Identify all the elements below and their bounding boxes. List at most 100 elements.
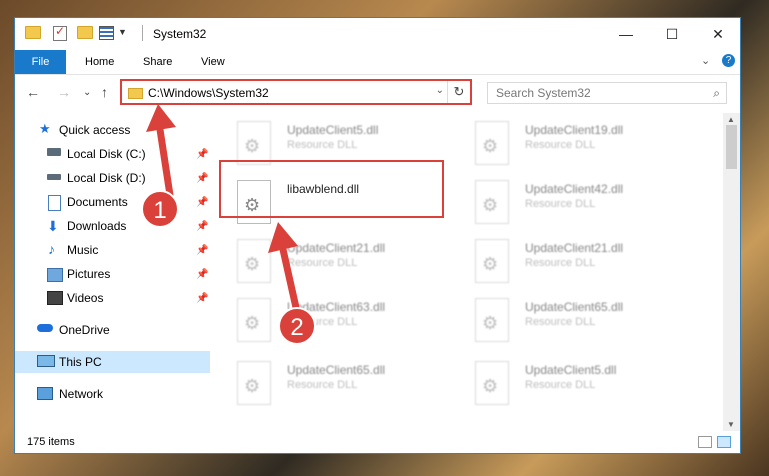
tab-file[interactable]: File — [15, 50, 66, 74]
list-item[interactable]: UpdateClient19.dll Resource DLL — [475, 121, 675, 173]
qa-separator — [142, 25, 143, 41]
address-bar[interactable]: C:\Windows\System32 ⌄ ↻ — [120, 79, 472, 105]
file-type: Resource DLL — [525, 139, 596, 151]
customize-view-icon[interactable] — [99, 26, 114, 40]
pin-icon[interactable]: 📌 — [196, 149, 208, 160]
address-path[interactable]: C:\Windows\System32 — [148, 86, 269, 100]
new-folder-icon[interactable] — [77, 26, 93, 39]
title-bar: ▼ System32 — ☐ ✕ — [15, 18, 740, 50]
sidebar-item-label: Local Disk (D:) — [67, 171, 146, 185]
sidebar-item-label: Music — [67, 243, 99, 257]
list-item[interactable]: UpdateClient21.dll Resource DLL — [237, 239, 437, 291]
sidebar-item-onedrive[interactable]: OneDrive — [15, 319, 210, 341]
recent-locations-button[interactable]: ⌄ — [83, 87, 91, 98]
navigation-pane: ★ Quick access Local Disk (C:) 📌 Local D… — [15, 113, 210, 433]
dll-file-icon — [475, 180, 509, 224]
pin-icon[interactable]: 📌 — [196, 269, 208, 280]
dll-file-icon — [237, 121, 271, 165]
videos-icon — [47, 291, 63, 305]
sidebar-item-label: Downloads — [67, 219, 127, 233]
file-type: Resource DLL — [525, 316, 596, 328]
forward-button[interactable]: → — [57, 84, 71, 100]
file-name: UpdateClient21.dll — [287, 241, 386, 255]
folder-icon — [128, 88, 143, 99]
sidebar-item-network[interactable]: Network — [15, 383, 210, 405]
status-bar: 175 items — [15, 433, 740, 453]
list-item[interactable]: UpdateClient65.dll Resource DLL — [475, 298, 675, 350]
dll-file-icon — [475, 298, 509, 342]
sidebar-item-quick-access[interactable]: ★ Quick access — [15, 119, 210, 141]
item-count: 175 items — [27, 436, 75, 448]
refresh-button[interactable]: ↻ — [447, 81, 470, 103]
sidebar-item-local-disk-d[interactable]: Local Disk (D:) 📌 — [15, 167, 210, 189]
sidebar-item-label: Documents — [67, 195, 128, 209]
list-item[interactable]: UpdateClient63.dll Resource DLL — [237, 298, 437, 350]
tab-home[interactable]: Home — [85, 56, 114, 68]
sidebar-item-videos[interactable]: Videos 📌 — [15, 287, 210, 309]
drive-icon — [47, 148, 61, 156]
file-name: UpdateClient65.dll — [525, 300, 624, 314]
list-item[interactable]: UpdateClient21.dll Resource DLL — [475, 239, 675, 291]
search-placeholder: Search System32 — [496, 86, 591, 100]
close-button[interactable]: ✕ — [695, 18, 740, 50]
file-name: UpdateClient5.dll — [287, 123, 379, 137]
file-type: Resource DLL — [287, 257, 358, 269]
sidebar-item-music[interactable]: ♪ Music 📌 — [15, 239, 210, 261]
details-view-icon[interactable] — [698, 436, 712, 448]
search-icon[interactable]: ⌕ — [713, 86, 720, 101]
maximize-button[interactable]: ☐ — [649, 18, 695, 50]
cloud-icon — [37, 324, 53, 332]
dll-file-icon — [475, 121, 509, 165]
vertical-scrollbar[interactable]: ▲ ▼ — [723, 113, 740, 431]
file-name: UpdateClient5.dll — [525, 363, 617, 377]
sidebar-item-pictures[interactable]: Pictures 📌 — [15, 263, 210, 285]
sidebar-item-local-disk-c[interactable]: Local Disk (C:) 📌 — [15, 143, 210, 165]
pin-icon[interactable]: 📌 — [196, 173, 208, 184]
list-item[interactable]: UpdateClient65.dll Resource DLL — [237, 361, 437, 413]
computer-icon — [37, 355, 55, 367]
dll-file-icon — [237, 361, 271, 405]
minimize-button[interactable]: — — [603, 18, 649, 50]
help-icon[interactable]: ? — [722, 54, 735, 67]
up-button[interactable]: ↑ — [101, 84, 108, 100]
pin-icon[interactable]: 📌 — [196, 293, 208, 304]
sidebar-item-documents[interactable]: Documents 📌 — [15, 191, 210, 213]
scroll-up-icon[interactable]: ▲ — [727, 115, 735, 124]
collapse-ribbon-icon[interactable]: ⌄ — [701, 54, 710, 67]
search-input[interactable]: Search System32 ⌕ — [487, 82, 727, 104]
properties-check-icon[interactable] — [53, 24, 67, 41]
pin-icon[interactable]: 📌 — [196, 197, 208, 208]
tab-view[interactable]: View — [201, 56, 225, 68]
folder-icon — [25, 26, 41, 39]
scrollbar-thumb[interactable] — [726, 125, 737, 169]
sidebar-item-label: Pictures — [67, 267, 111, 281]
address-dropdown-icon[interactable]: ⌄ — [436, 85, 444, 96]
sidebar-item-downloads[interactable]: ⬇ Downloads 📌 — [15, 215, 210, 237]
file-name: UpdateClient21.dll — [525, 241, 624, 255]
network-icon — [37, 387, 53, 400]
sidebar-item-label: OneDrive — [59, 323, 110, 337]
dll-file-icon — [237, 239, 271, 283]
list-item[interactable]: UpdateClient5.dll Resource DLL — [475, 361, 675, 413]
back-button[interactable]: ← — [26, 84, 40, 100]
window-title: System32 — [153, 27, 207, 41]
dll-file-icon — [475, 239, 509, 283]
pin-icon[interactable]: 📌 — [196, 221, 208, 232]
file-name: UpdateClient19.dll — [525, 123, 624, 137]
file-name: UpdateClient63.dll — [287, 300, 386, 314]
file-type: Resource DLL — [525, 257, 596, 269]
pictures-icon — [47, 268, 63, 282]
list-item[interactable]: UpdateClient42.dll Resource DLL — [475, 180, 675, 232]
qa-dropdown-icon[interactable]: ▼ — [118, 27, 127, 37]
target-file-highlight — [219, 160, 444, 218]
file-name: UpdateClient42.dll — [525, 182, 624, 196]
tab-share[interactable]: Share — [143, 56, 172, 68]
pin-icon[interactable]: 📌 — [196, 245, 208, 256]
music-icon: ♪ — [48, 241, 55, 257]
navigation-bar: ← → ⌄ ↑ C:\Windows\System32 ⌄ ↻ Search S… — [15, 75, 740, 111]
star-icon: ★ — [39, 121, 51, 136]
sidebar-item-label: Local Disk (C:) — [67, 147, 146, 161]
scroll-down-icon[interactable]: ▼ — [727, 420, 735, 429]
sidebar-item-this-pc[interactable]: This PC — [15, 351, 210, 373]
large-icons-view-icon[interactable] — [717, 436, 731, 448]
